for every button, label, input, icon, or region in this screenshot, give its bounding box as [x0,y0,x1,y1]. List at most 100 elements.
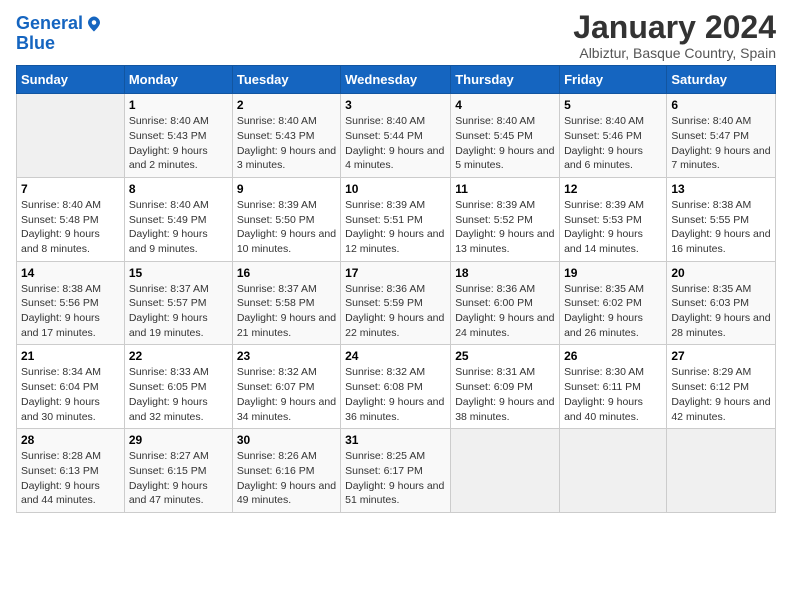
calendar-cell: 18Sunrise: 8:36 AMSunset: 6:00 PMDayligh… [451,261,560,345]
day-number: 14 [21,266,120,280]
day-info: Sunrise: 8:39 AMSunset: 5:52 PMDaylight:… [455,198,555,257]
day-info: Sunrise: 8:38 AMSunset: 5:56 PMDaylight:… [21,282,120,341]
calendar-cell: 16 Sunrise: 8:37 AMSunset: 5:58 PMDayligh… [232,261,340,345]
header-row: General Blue January 2024 Albiztur, Basq… [16,10,776,61]
day-info: Sunrise: 8:40 AMSunset: 5:49 PMDaylight:… [129,198,228,257]
day-number: 27 [671,349,771,363]
col-thursday: Thursday [451,66,560,94]
calendar-week-0: 1 Sunrise: 8:40 AMSunset: 5:43 PMDaylight… [17,94,776,178]
day-number: 19 [564,266,662,280]
day-number: 7 [21,182,120,196]
month-title: January 2024 [573,10,776,45]
calendar-cell: 13Sunrise: 8:38 AMSunset: 5:55 PMDayligh… [667,177,776,261]
day-number: 16 [237,266,336,280]
day-info: Sunrise: 8:40 AMSunset: 5:44 PMDaylight:… [345,114,446,173]
day-number: 18 [455,266,555,280]
calendar-cell: 22 Sunrise: 8:33 AMSunset: 6:05 PMDayligh… [124,345,232,429]
day-info: Sunrise: 8:37 AMSunset: 5:57 PMDaylight:… [129,282,228,341]
day-number: 24 [345,349,446,363]
day-number: 20 [671,266,771,280]
page-container: General Blue January 2024 Albiztur, Basq… [0,0,792,523]
calendar-cell: 29 Sunrise: 8:27 AMSunset: 6:15 PMDayligh… [124,429,232,513]
day-number: 28 [21,433,120,447]
day-info: Sunrise: 8:39 AMSunset: 5:50 PMDaylight:… [237,198,336,257]
day-number: 23 [237,349,336,363]
day-number: 30 [237,433,336,447]
day-number: 1 [129,98,228,112]
day-number: 13 [671,182,771,196]
day-number: 31 [345,433,446,447]
logo-icon [85,15,103,33]
col-tuesday: Tuesday [232,66,340,94]
calendar-cell: 8 Sunrise: 8:40 AMSunset: 5:49 PMDaylight… [124,177,232,261]
day-info: Sunrise: 8:32 AMSunset: 6:08 PMDaylight:… [345,365,446,424]
day-info: Sunrise: 8:33 AMSunset: 6:05 PMDaylight:… [129,365,228,424]
day-info: Sunrise: 8:25 AMSunset: 6:17 PMDaylight:… [345,449,446,508]
calendar-cell: 15 Sunrise: 8:37 AMSunset: 5:57 PMDayligh… [124,261,232,345]
day-info: Sunrise: 8:36 AMSunset: 5:59 PMDaylight:… [345,282,446,341]
col-wednesday: Wednesday [341,66,451,94]
day-info: Sunrise: 8:28 AMSunset: 6:13 PMDaylight:… [21,449,120,508]
calendar-cell: 3Sunrise: 8:40 AMSunset: 5:44 PMDaylight… [341,94,451,178]
calendar-cell: 26Sunrise: 8:30 AMSunset: 6:11 PMDayligh… [560,345,667,429]
calendar-week-4: 28 Sunrise: 8:28 AMSunset: 6:13 PMDayligh… [17,429,776,513]
day-number: 29 [129,433,228,447]
day-number: 22 [129,349,228,363]
calendar-table: Sunday Monday Tuesday Wednesday Thursday… [16,65,776,513]
col-friday: Friday [560,66,667,94]
calendar-cell: 14 Sunrise: 8:38 AMSunset: 5:56 PMDayligh… [17,261,125,345]
day-info: Sunrise: 8:34 AMSunset: 6:04 PMDaylight:… [21,365,120,424]
day-info: Sunrise: 8:40 AMSunset: 5:46 PMDaylight:… [564,114,662,173]
day-info: Sunrise: 8:39 AMSunset: 5:51 PMDaylight:… [345,198,446,257]
calendar-cell: 6Sunrise: 8:40 AMSunset: 5:47 PMDaylight… [667,94,776,178]
day-number: 2 [237,98,336,112]
day-info: Sunrise: 8:35 AMSunset: 6:03 PMDaylight:… [671,282,771,341]
day-info: Sunrise: 8:31 AMSunset: 6:09 PMDaylight:… [455,365,555,424]
day-number: 26 [564,349,662,363]
day-number: 12 [564,182,662,196]
calendar-cell: 31 Sunrise: 8:25 AMSunset: 6:17 PMDayligh… [341,429,451,513]
logo: General Blue [16,14,103,54]
calendar-cell: 10 Sunrise: 8:39 AMSunset: 5:51 PMDayligh… [341,177,451,261]
calendar-week-3: 21 Sunrise: 8:34 AMSunset: 6:04 PMDayligh… [17,345,776,429]
day-number: 4 [455,98,555,112]
title-block: January 2024 Albiztur, Basque Country, S… [573,10,776,61]
calendar-cell: 30 Sunrise: 8:26 AMSunset: 6:16 PMDayligh… [232,429,340,513]
day-number: 17 [345,266,446,280]
day-number: 15 [129,266,228,280]
day-info: Sunrise: 8:35 AMSunset: 6:02 PMDaylight:… [564,282,662,341]
calendar-cell: 4 Sunrise: 8:40 AMSunset: 5:45 PMDaylight… [451,94,560,178]
calendar-cell: 25 Sunrise: 8:31 AMSunset: 6:09 PMDayligh… [451,345,560,429]
day-info: Sunrise: 8:29 AMSunset: 6:12 PMDaylight:… [671,365,771,424]
calendar-cell: 17 Sunrise: 8:36 AMSunset: 5:59 PMDayligh… [341,261,451,345]
calendar-cell: 7Sunrise: 8:40 AMSunset: 5:48 PMDaylight… [17,177,125,261]
day-number: 6 [671,98,771,112]
calendar-cell: 27 Sunrise: 8:29 AMSunset: 6:12 PMDayligh… [667,345,776,429]
day-number: 11 [455,182,555,196]
day-number: 25 [455,349,555,363]
calendar-cell: 11 Sunrise: 8:39 AMSunset: 5:52 PMDayligh… [451,177,560,261]
day-info: Sunrise: 8:40 AMSunset: 5:43 PMDaylight:… [129,114,228,173]
calendar-cell: 19 Sunrise: 8:35 AMSunset: 6:02 PMDayligh… [560,261,667,345]
calendar-cell: 20 Sunrise: 8:35 AMSunset: 6:03 PMDayligh… [667,261,776,345]
calendar-cell: 21 Sunrise: 8:34 AMSunset: 6:04 PMDayligh… [17,345,125,429]
day-number: 10 [345,182,446,196]
calendar-cell: 9 Sunrise: 8:39 AMSunset: 5:50 PMDaylight… [232,177,340,261]
day-info: Sunrise: 8:26 AMSunset: 6:16 PMDaylight:… [237,449,336,508]
day-number: 21 [21,349,120,363]
calendar-cell: 24 Sunrise: 8:32 AMSunset: 6:08 PMDayligh… [341,345,451,429]
subtitle: Albiztur, Basque Country, Spain [573,45,776,61]
col-saturday: Saturday [667,66,776,94]
col-monday: Monday [124,66,232,94]
day-info: Sunrise: 8:40 AMSunset: 5:45 PMDaylight:… [455,114,555,173]
header-row-days: Sunday Monday Tuesday Wednesday Thursday… [17,66,776,94]
calendar-week-1: 7Sunrise: 8:40 AMSunset: 5:48 PMDaylight… [17,177,776,261]
day-info: Sunrise: 8:27 AMSunset: 6:15 PMDaylight:… [129,449,228,508]
calendar-cell: 28 Sunrise: 8:28 AMSunset: 6:13 PMDayligh… [17,429,125,513]
day-number: 8 [129,182,228,196]
day-number: 9 [237,182,336,196]
day-info: Sunrise: 8:37 AMSunset: 5:58 PMDaylight:… [237,282,336,341]
calendar-cell: 23 Sunrise: 8:32 AMSunset: 6:07 PMDayligh… [232,345,340,429]
day-info: Sunrise: 8:32 AMSunset: 6:07 PMDaylight:… [237,365,336,424]
logo-text-blue: Blue [16,34,103,54]
